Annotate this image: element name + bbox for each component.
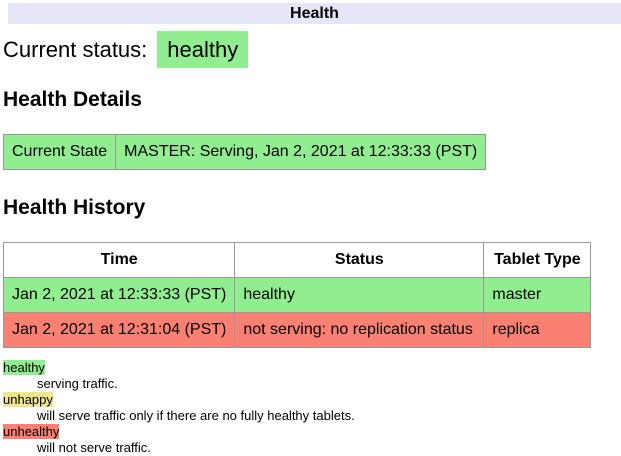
column-header-status: Status <box>235 243 484 278</box>
status-badge: healthy <box>157 31 248 68</box>
page-title: Health <box>290 5 339 22</box>
history-status: not serving: no replication status <box>235 313 484 348</box>
table-row: Jan 2, 2021 at 12:31:04 (PST) not servin… <box>4 313 591 348</box>
legend-term-unhealthy: unhealthy <box>3 424 59 439</box>
table-header-row: Time Status Tablet Type <box>4 243 591 278</box>
current-state-label: Current State <box>4 135 116 170</box>
legend-term: healthy <box>3 360 621 376</box>
legend-term-unhappy: unhappy <box>3 392 53 407</box>
column-header-time: Time <box>4 243 235 278</box>
table-row: Jan 2, 2021 at 12:33:33 (PST) healthy ma… <box>4 278 591 313</box>
current-status-label: Current status: <box>3 37 147 62</box>
health-history-table: Time Status Tablet Type Jan 2, 2021 at 1… <box>3 242 591 348</box>
history-time: Jan 2, 2021 at 12:33:33 (PST) <box>4 278 235 313</box>
page-header: Health <box>8 3 621 24</box>
legend-term: unhealthy <box>3 424 621 440</box>
health-details-table: Current State MASTER: Serving, Jan 2, 20… <box>3 134 486 170</box>
history-time: Jan 2, 2021 at 12:31:04 (PST) <box>4 313 235 348</box>
health-history-heading: Health History <box>3 196 621 220</box>
health-details-heading: Health Details <box>3 88 621 112</box>
legend-term: unhappy <box>3 392 621 408</box>
legend-description-unhappy: will serve traffic only if there are no … <box>37 408 621 424</box>
legend: healthy serving traffic. unhappy will se… <box>3 360 621 456</box>
history-tablet-type: replica <box>484 313 591 348</box>
current-status-line: Current status:healthy <box>3 37 621 62</box>
current-state-row: Current State MASTER: Serving, Jan 2, 20… <box>4 135 486 170</box>
current-state-value: MASTER: Serving, Jan 2, 2021 at 12:33:33… <box>116 135 486 170</box>
legend-description-healthy: serving traffic. <box>37 376 621 392</box>
history-status: healthy <box>235 278 484 313</box>
column-header-tablet-type: Tablet Type <box>484 243 591 278</box>
legend-term-healthy: healthy <box>3 360 45 375</box>
legend-description-unhealthy: will not serve traffic. <box>37 440 621 456</box>
history-tablet-type: master <box>484 278 591 313</box>
